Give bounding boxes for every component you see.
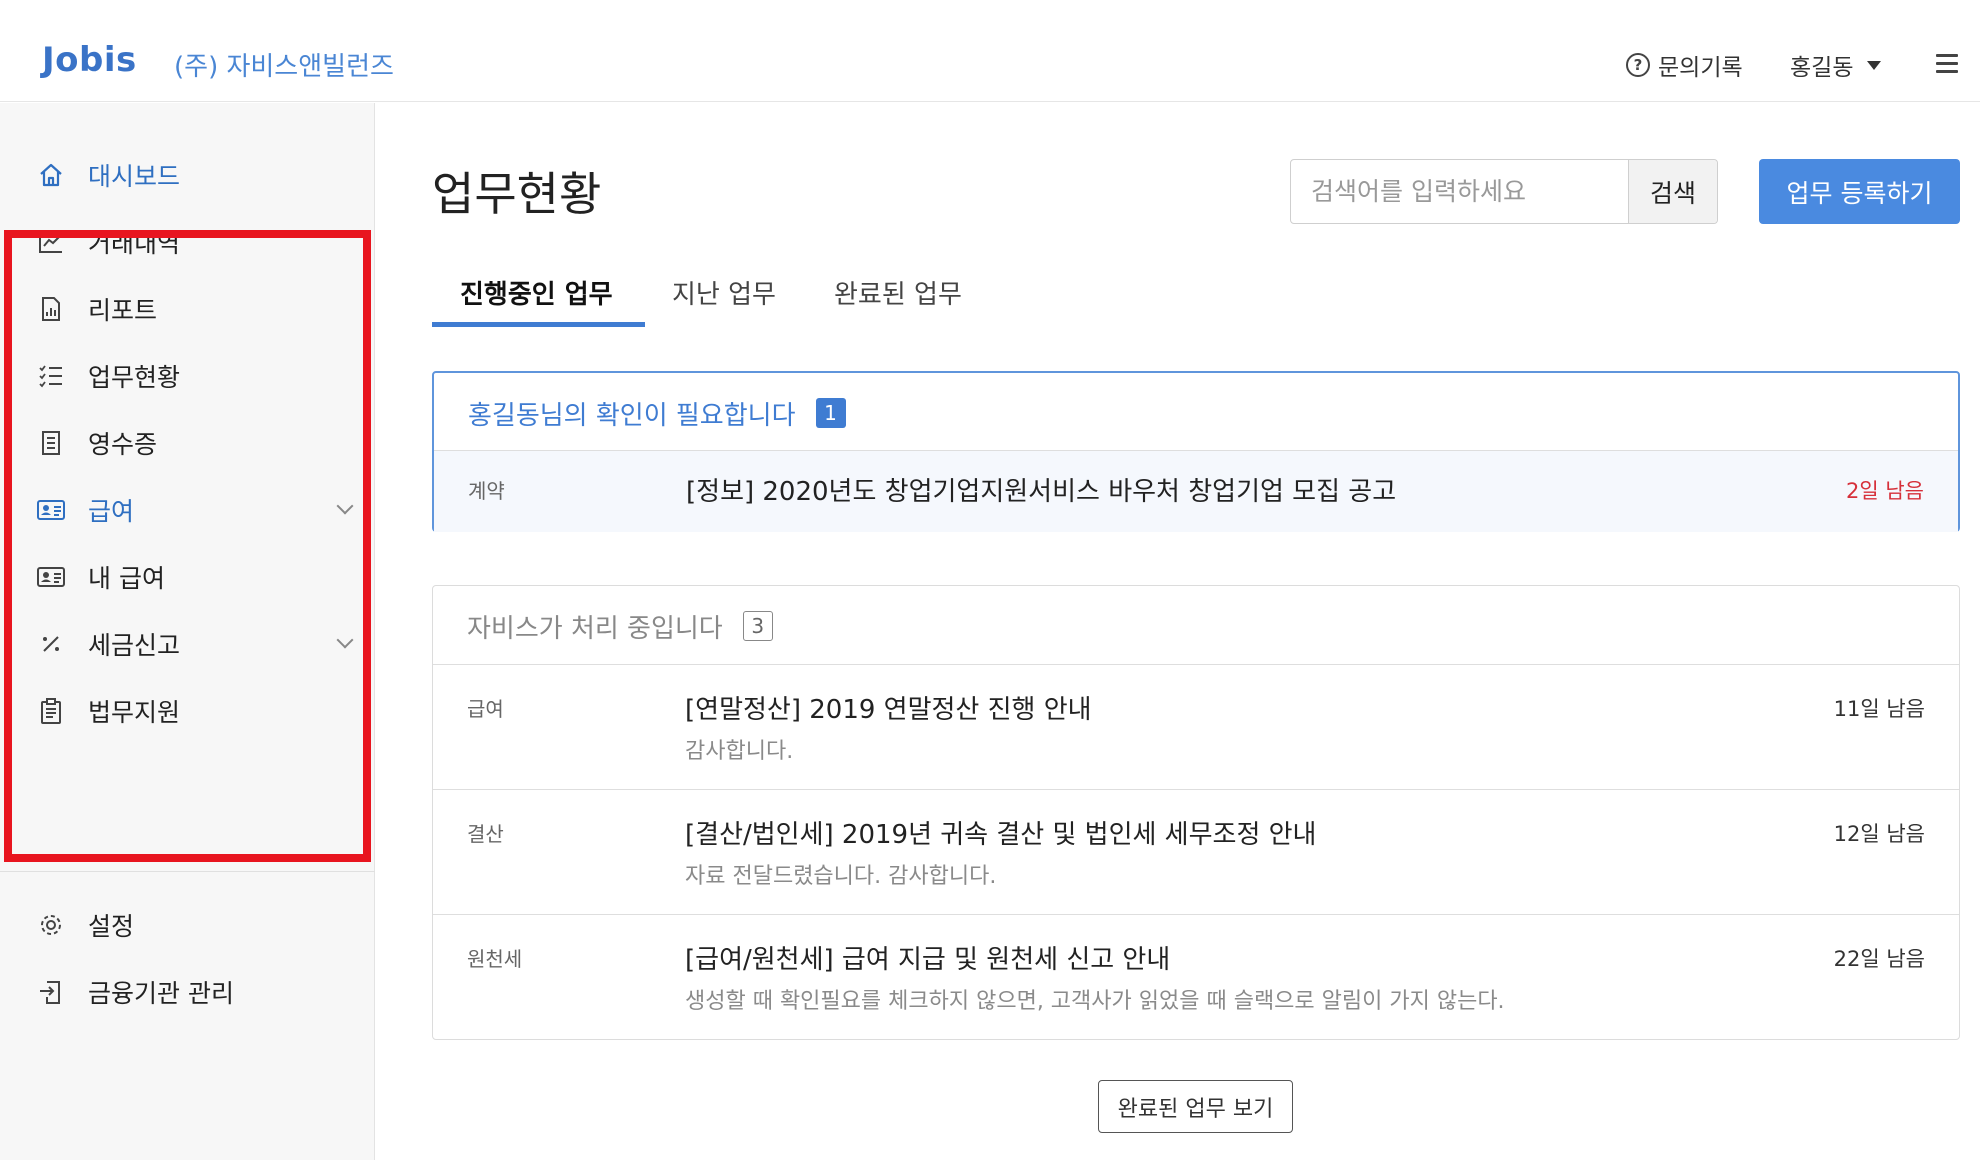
id-card-icon <box>36 562 66 592</box>
task-row[interactable]: 원천세 [급여/원천세] 급여 지급 및 원천세 신고 안내 생성할 때 확인필… <box>433 915 1959 1039</box>
sidebar-item-label: 내 급여 <box>88 564 165 593</box>
task-row[interactable]: 결산 [결산/법인세] 2019년 귀속 결산 및 법인세 세무조정 안내 자료… <box>433 790 1959 914</box>
report-icon <box>36 294 66 324</box>
user-menu-dropdown[interactable]: 홍길동 <box>1790 50 1882 81</box>
sidebar-item-legal-support[interactable]: 법무지원 <box>36 691 351 731</box>
user-name: 홍길동 <box>1790 55 1854 81</box>
hamburger-menu-icon[interactable] <box>1936 54 1958 73</box>
task-category: 결산 <box>467 822 504 846</box>
sidebar-divider <box>0 871 375 872</box>
chart-line-icon <box>36 227 66 257</box>
sidebar-item-label: 대시보드 <box>88 162 181 191</box>
sidebar-item-tax-filing[interactable]: 세금신고 <box>36 624 354 664</box>
sidebar-item-label: 업무현황 <box>88 363 181 392</box>
active-tab-indicator <box>432 322 645 327</box>
count-badge: 1 <box>815 398 846 428</box>
task-title[interactable]: [정보] 2020년도 창업기업지원서비스 바우처 창업기업 모집 공고 <box>686 471 1396 508</box>
sidebar-item-dashboard[interactable]: 대시보드 <box>36 155 351 195</box>
inquiry-history-label: 문의기록 <box>1658 55 1743 81</box>
task-category: 계약 <box>468 479 505 503</box>
sidebar-item-bank-management[interactable]: 금융기관 관리 <box>36 972 351 1012</box>
percent-icon <box>36 629 66 659</box>
card-heading: 자비스가 처리 중입니다 3 <box>467 606 773 646</box>
sidebar-item-my-payroll[interactable]: 내 급여 <box>36 557 351 597</box>
sidebar-item-transactions[interactable]: 거래내역 <box>36 222 351 262</box>
tab-in-progress[interactable]: 진행중인 업무 <box>460 274 613 311</box>
sidebar: 대시보드 거래내역 리포트 업무현황 영수증 급여 내 급여 세금신고 법무지원… <box>0 103 375 1160</box>
gear-icon <box>36 910 66 940</box>
task-due: 22일 남음 <box>1833 947 1925 971</box>
search-input[interactable] <box>1291 160 1628 223</box>
sidebar-item-settings[interactable]: 설정 <box>36 905 351 945</box>
app-logo[interactable]: Jobis <box>42 40 137 80</box>
sidebar-item-payroll[interactable]: 급여 <box>36 490 354 530</box>
task-title[interactable]: [연말정산] 2019 연말정산 진행 안내 <box>685 689 1092 726</box>
chevron-down-icon <box>336 631 354 649</box>
caret-down-icon <box>1867 60 1882 70</box>
task-due: 12일 남음 <box>1833 822 1925 846</box>
sidebar-item-label: 리포트 <box>88 296 158 325</box>
view-completed-button[interactable]: 완료된 업무 보기 <box>1098 1080 1293 1133</box>
task-row[interactable]: 계약 [정보] 2020년도 창업기업지원서비스 바우처 창업기업 모집 공고 … <box>434 451 1958 532</box>
needs-confirmation-heading: 홍길동님의 확인이 필요합니다 <box>468 400 796 431</box>
task-due: 2일 남음 <box>1846 479 1924 503</box>
count-badge: 3 <box>742 611 773 641</box>
task-subtitle: 생성할 때 확인필요를 체크하지 않으면, 고객사가 읽었을 때 슬랙으로 알림… <box>685 989 1505 1014</box>
sidebar-item-report[interactable]: 리포트 <box>36 289 351 329</box>
search-bar: 검색 <box>1290 159 1718 224</box>
task-title[interactable]: [급여/원천세] 급여 지급 및 원천세 신고 안내 <box>685 939 1170 976</box>
card-heading: 홍길동님의 확인이 필요합니다 1 <box>468 393 846 433</box>
task-tabs: 진행중인 업무 지난 업무 완료된 업무 <box>432 268 1960 330</box>
sidebar-item-label: 금융기관 관리 <box>88 979 234 1008</box>
sidebar-item-label: 설정 <box>88 912 135 941</box>
sidebar-item-label: 급여 <box>88 497 135 526</box>
top-header: Jobis (주) 자비스앤빌런즈 ? 문의기록 홍길동 <box>0 0 1980 102</box>
search-button[interactable]: 검색 <box>1628 160 1717 223</box>
task-subtitle: 자료 전달드렸습니다. 감사합니다. <box>685 864 997 889</box>
receipt-icon <box>36 428 66 458</box>
checklist-icon <box>36 361 66 391</box>
question-circle-icon: ? <box>1626 53 1650 77</box>
sidebar-item-label: 법무지원 <box>88 698 181 727</box>
bank-transfer-icon <box>36 977 66 1007</box>
company-name: (주) 자비스앤빌런즈 <box>174 52 394 82</box>
sidebar-item-work-status[interactable]: 업무현황 <box>36 356 351 396</box>
sidebar-item-label: 세금신고 <box>88 631 181 660</box>
task-category: 원천세 <box>467 947 523 971</box>
processing-heading: 자비스가 처리 중입니다 <box>467 613 723 644</box>
sidebar-item-label: 영수증 <box>88 430 158 459</box>
inquiry-history-link[interactable]: ? 문의기록 <box>1626 50 1743 81</box>
task-row[interactable]: 급여 [연말정산] 2019 연말정산 진행 안내 감사합니다. 11일 남음 <box>433 665 1959 789</box>
clipboard-icon <box>36 696 66 726</box>
register-task-button[interactable]: 업무 등록하기 <box>1759 159 1960 224</box>
page-title: 업무현황 <box>432 167 602 221</box>
task-due: 11일 남음 <box>1833 697 1925 721</box>
tab-past[interactable]: 지난 업무 <box>672 274 776 311</box>
task-subtitle: 감사합니다. <box>685 739 794 764</box>
task-category: 급여 <box>467 697 504 721</box>
home-icon <box>36 160 66 190</box>
processing-card: 자비스가 처리 중입니다 3 급여 [연말정산] 2019 연말정산 진행 안내… <box>432 585 1960 1040</box>
chevron-down-icon <box>336 497 354 515</box>
task-title[interactable]: [결산/법인세] 2019년 귀속 결산 및 법인세 세무조정 안내 <box>685 814 1316 851</box>
sidebar-item-receipts[interactable]: 영수증 <box>36 423 351 463</box>
tab-completed[interactable]: 완료된 업무 <box>834 274 962 311</box>
sidebar-item-label: 거래내역 <box>88 229 181 258</box>
needs-confirmation-card: 홍길동님의 확인이 필요합니다 1 계약 [정보] 2020년도 창업기업지원서… <box>432 371 1960 532</box>
id-card-icon <box>36 495 66 525</box>
